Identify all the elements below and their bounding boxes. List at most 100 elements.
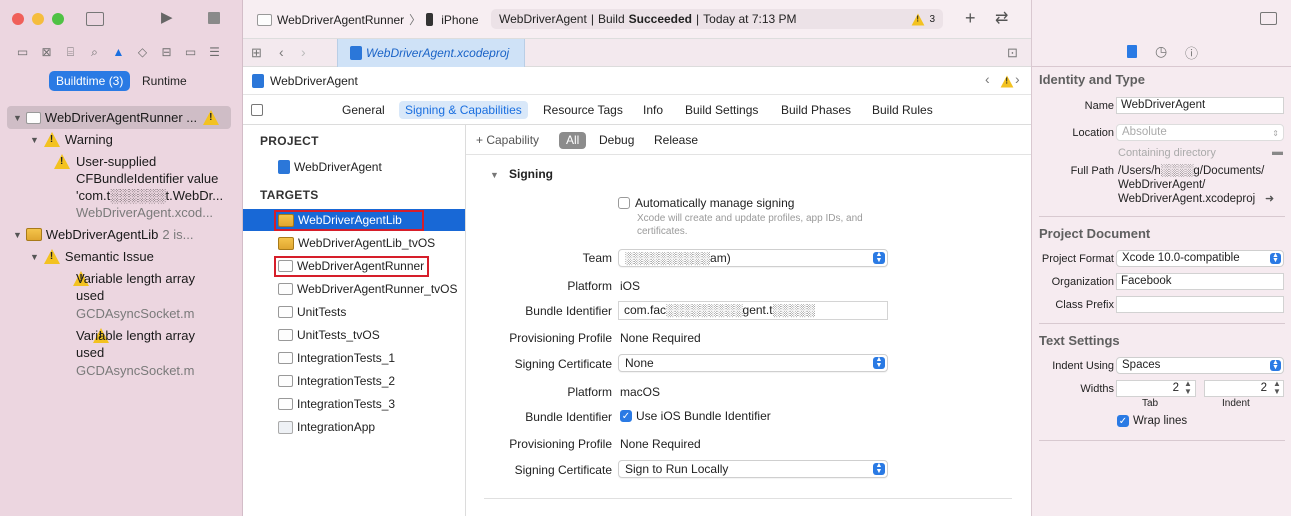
split-editor-icon[interactable]: ⊡ bbox=[1007, 45, 1018, 61]
auto-manage-checkbox[interactable]: Automatically manage signing bbox=[618, 196, 794, 210]
issue-group-runner[interactable]: ▼ WebDriverAgentRunner ... bbox=[13, 110, 220, 125]
symbol-icon[interactable]: ⌸ bbox=[62, 45, 79, 60]
organization-field[interactable]: Facebook bbox=[1116, 273, 1284, 290]
tab-build-phases[interactable]: Build Phases bbox=[775, 101, 857, 119]
scheme-selector[interactable]: WebDriverAgentRunner 〉 iPhone bbox=[257, 11, 479, 28]
history-clock-icon[interactable]: ◷ bbox=[1155, 43, 1167, 60]
target-item[interactable]: UnitTests bbox=[243, 301, 465, 323]
indent-width-field[interactable]: 2 bbox=[1204, 380, 1284, 397]
runtime-tab[interactable]: Runtime bbox=[142, 71, 187, 91]
fullpath-label: Full Path bbox=[1070, 165, 1114, 177]
name-value: WebDriverAgent bbox=[1121, 99, 1206, 111]
tab-build-rules[interactable]: Build Rules bbox=[866, 101, 939, 119]
warning-icon[interactable] bbox=[1000, 75, 1014, 88]
checkbox[interactable] bbox=[618, 197, 630, 209]
target-label: WebDriverAgentRunner_tvOS bbox=[297, 282, 458, 296]
tab-build-settings[interactable]: Build Settings bbox=[679, 101, 764, 119]
add-capability-button[interactable]: + Capability bbox=[476, 133, 539, 147]
disclosure-down-icon[interactable]: ▼ bbox=[13, 230, 22, 240]
class-prefix-field[interactable] bbox=[1116, 296, 1284, 313]
chevron-left-icon[interactable]: ‹ bbox=[985, 71, 990, 87]
back-arrow-icon[interactable]: ‹ bbox=[279, 44, 284, 60]
report-icon[interactable]: ☰ bbox=[206, 45, 223, 60]
text-settings-header: Text Settings bbox=[1039, 333, 1120, 348]
issue-group-lib[interactable]: ▼ WebDriverAgentLib 2 is... bbox=[13, 227, 193, 242]
checkmark-icon[interactable]: ✓ bbox=[620, 410, 632, 422]
inspector-toggle-icon[interactable] bbox=[1260, 12, 1277, 25]
buildtime-tab[interactable]: Buildtime (3) bbox=[49, 71, 131, 91]
checkmark-icon[interactable]: ✓ bbox=[1117, 415, 1129, 427]
source-control-icon[interactable]: ⊠ bbox=[38, 45, 55, 60]
minimize-window-button[interactable] bbox=[32, 13, 44, 25]
tab-info[interactable]: Info bbox=[637, 101, 669, 119]
filter-debug[interactable]: Debug bbox=[599, 133, 634, 147]
team-popup[interactable]: ░░░░░░░░░░am) ▲ ▼ bbox=[618, 249, 888, 267]
disclosure-down-icon[interactable]: ▼ bbox=[30, 252, 39, 262]
file-icon[interactable] bbox=[1127, 45, 1137, 58]
project-item[interactable]: WebDriverAgent bbox=[243, 156, 465, 178]
device-name[interactable]: iPhone bbox=[441, 13, 478, 27]
folder-icon[interactable]: ▬ bbox=[1272, 146, 1283, 158]
breakpoint-icon[interactable]: ▭ bbox=[182, 45, 199, 60]
stepper-icon[interactable]: ▲ ▼ bbox=[1184, 380, 1192, 396]
test-icon[interactable]: ◇ bbox=[134, 45, 151, 60]
folder-icon[interactable]: ▭ bbox=[14, 45, 31, 60]
target-item[interactable]: IntegrationTests_2 bbox=[243, 370, 465, 392]
stop-button[interactable] bbox=[208, 12, 220, 24]
file-tab-label: WebDriverAgent.xcodeproj bbox=[366, 46, 510, 60]
target-item[interactable]: IntegrationTests_3 bbox=[243, 393, 465, 415]
chevron-right-icon[interactable]: › bbox=[1015, 71, 1020, 87]
breadcrumb-project[interactable]: WebDriverAgent bbox=[270, 74, 358, 88]
tab-signing-capabilities[interactable]: Signing & Capabilities bbox=[399, 101, 528, 119]
issue-item-vla[interactable]: Variable length array used GCDAsyncSocke… bbox=[76, 270, 195, 322]
tab-general[interactable]: General bbox=[336, 101, 391, 119]
plus-icon[interactable]: + bbox=[965, 8, 976, 29]
inspector-tabs: ◷ ⓘ bbox=[1032, 39, 1291, 67]
issue-warning-group[interactable]: ▼ Warning bbox=[30, 132, 113, 147]
target-item[interactable]: IntegrationTests_1 bbox=[243, 347, 465, 369]
tab-resource-tags[interactable]: Resource Tags bbox=[537, 101, 629, 119]
capability-bar: + Capability All Debug Release bbox=[466, 125, 1031, 155]
target-item[interactable]: WebDriverAgentRunner_tvOS bbox=[243, 278, 465, 300]
wrap-lines-checkbox[interactable]: ✓ Wrap lines bbox=[1117, 415, 1187, 427]
debug-icon[interactable]: ⊟ bbox=[158, 45, 175, 60]
issue-semantic-group[interactable]: ▼ Semantic Issue bbox=[30, 249, 154, 264]
cert-popup[interactable]: None ▲ ▼ bbox=[618, 354, 888, 372]
filter-release[interactable]: Release bbox=[654, 133, 698, 147]
arrows-icon[interactable]: ⇄ bbox=[995, 8, 1008, 28]
disclosure-down-icon[interactable]: ▼ bbox=[30, 135, 39, 145]
issue-warning-icon[interactable]: ▲ bbox=[110, 45, 127, 60]
close-window-button[interactable] bbox=[12, 13, 24, 25]
run-button[interactable]: ▶ bbox=[161, 10, 173, 25]
target-item[interactable]: WebDriverAgentLib_tvOS bbox=[243, 232, 465, 254]
forward-arrow-icon[interactable]: › bbox=[301, 44, 306, 60]
project-format-popup[interactable]: Xcode 10.0-compatible ▲ ▼ bbox=[1116, 250, 1284, 267]
platform-value: macOS bbox=[620, 385, 661, 399]
search-icon[interactable]: ⌕ bbox=[86, 45, 103, 60]
warning-count[interactable]: 3 bbox=[929, 14, 935, 25]
sidebar-toggle-icon[interactable] bbox=[86, 12, 104, 26]
warning-icon[interactable] bbox=[912, 13, 925, 25]
reveal-arrow-icon[interactable]: ➜ bbox=[1265, 192, 1274, 205]
issue-item-vla[interactable]: Variable length array used GCDAsyncSocke… bbox=[76, 327, 195, 379]
help-icon[interactable]: ⓘ bbox=[1185, 43, 1198, 62]
indent-using-popup[interactable]: Spaces ▲ ▼ bbox=[1116, 357, 1284, 374]
stepper-icon[interactable]: ▲ ▼ bbox=[1273, 380, 1281, 396]
disclosure-down-icon[interactable]: ▼ bbox=[13, 113, 22, 123]
hide-list-icon[interactable] bbox=[251, 104, 263, 116]
target-item[interactable]: UnitTests_tvOS bbox=[243, 324, 465, 346]
target-item[interactable]: IntegrationApp bbox=[243, 416, 465, 438]
bundle-id-field[interactable]: com.fac░░░░░░░░░gent.t░░░░░ bbox=[618, 301, 888, 320]
format-label: Project Format bbox=[1041, 253, 1114, 265]
name-field[interactable]: WebDriverAgent bbox=[1116, 97, 1284, 114]
issue-group-label: Warning bbox=[64, 132, 113, 147]
zoom-window-button[interactable] bbox=[52, 13, 64, 25]
file-tab-xcodeproj[interactable]: WebDriverAgent.xcodeproj bbox=[337, 39, 525, 67]
issue-item-bundle-id[interactable]: User-supplied CFBundleIdentifier value '… bbox=[76, 153, 223, 221]
use-ios-bundle-checkbox[interactable]: ✓ Use iOS Bundle Identifier bbox=[620, 409, 771, 423]
filter-all[interactable]: All bbox=[559, 132, 587, 149]
disclosure-down-icon[interactable]: ▼ bbox=[490, 170, 499, 180]
cert-popup[interactable]: Sign to Run Locally ▲ ▼ bbox=[618, 460, 888, 478]
grid-icon[interactable]: ⊞ bbox=[251, 45, 262, 61]
location-popup[interactable]: Absolute ⇕ bbox=[1116, 124, 1284, 141]
